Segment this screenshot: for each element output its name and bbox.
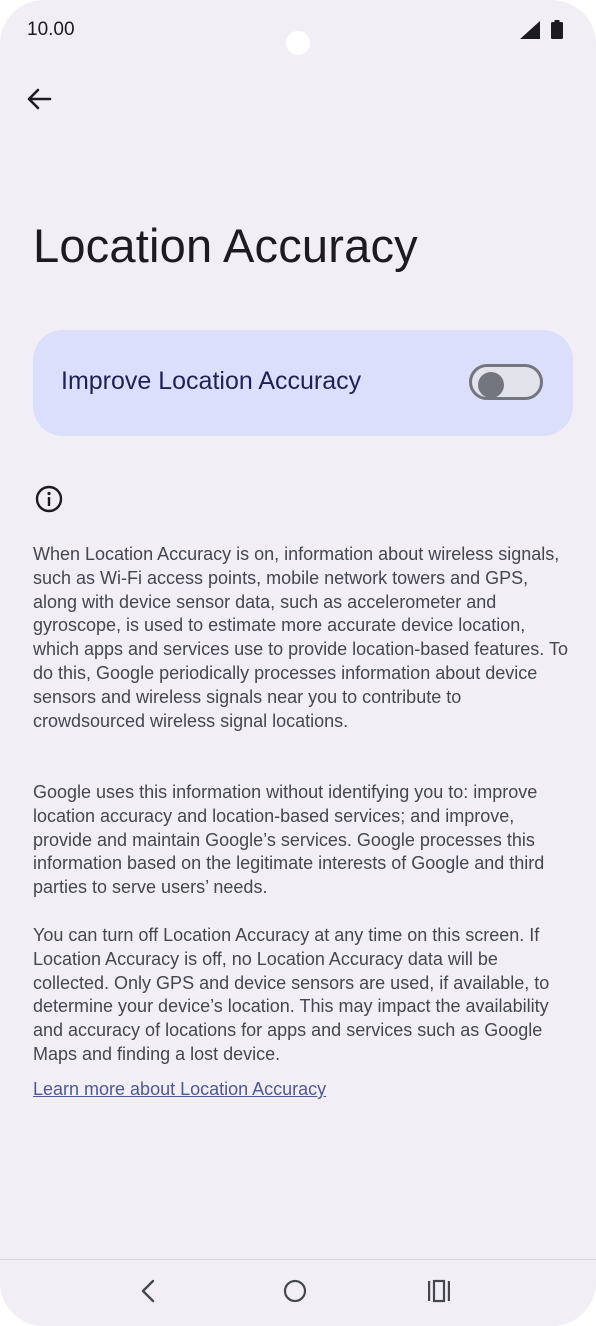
info-paragraph-2: Google uses this information without ide…	[33, 782, 545, 898]
battery-icon	[551, 20, 563, 39]
status-time: 10.00	[27, 19, 75, 40]
signal-icon	[520, 21, 540, 39]
nav-home-icon[interactable]	[282, 1278, 308, 1304]
arrow-left-icon	[27, 88, 52, 110]
toggle-label: Improve Location Accuracy	[61, 367, 362, 395]
info-paragraph-3: You can turn off Location Accuracy at an…	[33, 925, 550, 1064]
switch-thumb	[478, 372, 504, 398]
camera-cutout	[286, 31, 310, 55]
info-paragraph-1: When Location Accuracy is on, informatio…	[33, 544, 568, 731]
navigation-bar	[0, 1259, 596, 1326]
info-icon	[35, 485, 63, 513]
page-title: Location Accuracy	[33, 219, 418, 272]
learn-more-link[interactable]: Learn more about Location Accuracy	[33, 1079, 326, 1100]
improve-location-accuracy-toggle-row[interactable]: Improve Location Accuracy	[33, 330, 573, 436]
status-bar: 10.00	[0, 0, 596, 60]
nav-back-icon[interactable]	[136, 1277, 160, 1305]
back-button[interactable]	[20, 80, 58, 118]
phone-screen: 10.00 Location Accuracy Improve Location…	[0, 0, 596, 1326]
nav-recents-icon[interactable]	[426, 1278, 452, 1304]
location-accuracy-switch[interactable]	[469, 364, 543, 400]
